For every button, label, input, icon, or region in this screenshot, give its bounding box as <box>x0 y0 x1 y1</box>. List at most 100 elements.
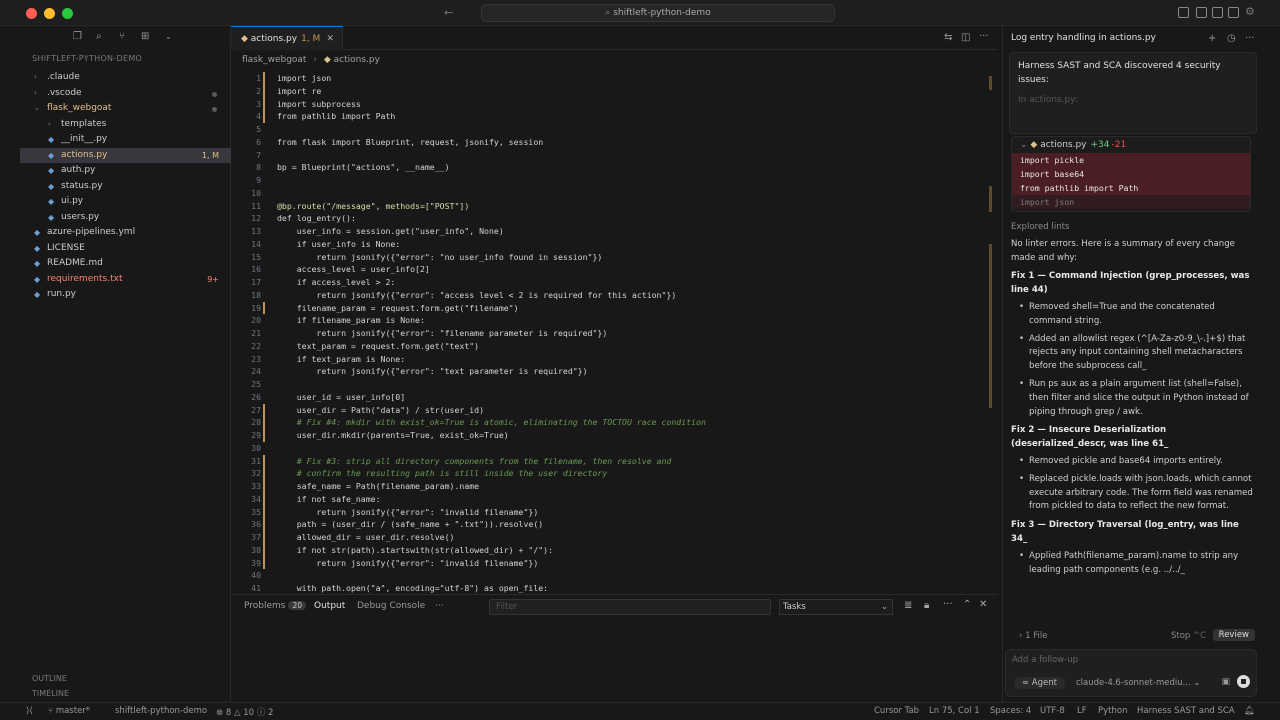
outline-section[interactable]: OUTLINE <box>32 674 67 683</box>
file-tree-item[interactable]: › .vscode <box>20 86 231 102</box>
code-line[interactable]: 29 user_dir.mkdir(parents=True, exist_ok… <box>231 429 998 442</box>
code-line[interactable]: 18 return jsonify({"error": "access leve… <box>231 289 998 302</box>
eol-status[interactable]: LF <box>1077 706 1087 716</box>
search-icon[interactable]: ⌕ <box>96 31 102 42</box>
code-line[interactable]: 39 return jsonify({"error": "invalid fil… <box>231 556 998 570</box>
code-line[interactable]: 5 <box>231 123 998 136</box>
encoding-status[interactable]: UTF-8 <box>1040 706 1065 716</box>
close-tab-icon[interactable]: ✕ <box>326 27 334 51</box>
model-selector[interactable]: claude-4.6-sonnet-mediu... ⌄ <box>1076 678 1201 688</box>
files-icon[interactable]: ❐ <box>73 31 82 42</box>
code-line[interactable]: 33 safe_name = Path(filename_param).name <box>231 480 998 493</box>
code-line[interactable]: 9 <box>231 174 998 187</box>
code-line[interactable]: 20 if filename_param is None: <box>231 314 998 327</box>
project-name[interactable]: shiftleft-python-demo <box>115 706 207 716</box>
timeline-section[interactable]: TIMELINE <box>32 689 69 698</box>
code-line[interactable]: 13 user_info = session.get("user_info", … <box>231 225 998 238</box>
history-icon[interactable]: ◷ <box>1227 33 1236 44</box>
file-tree-item[interactable]: ◆ ui.py <box>20 194 231 210</box>
extension-status[interactable]: Harness SAST and SCA <box>1137 706 1235 716</box>
more-icon[interactable]: ··· <box>1245 33 1255 44</box>
code-line[interactable]: 10 <box>231 187 998 200</box>
settings-gear-icon[interactable]: ⚙ <box>1245 5 1255 18</box>
source-control-icon[interactable]: ⑂ <box>119 31 125 42</box>
split-editor-icon[interactable]: ◫ <box>961 32 970 43</box>
file-tree-item[interactable]: › templates <box>20 117 231 133</box>
code-line[interactable]: 37 allowed_dir = user_dir.resolve() <box>231 531 998 544</box>
file-diff-card[interactable]: ⌄ ◆ actions.py +34 -21 import pickle impor… <box>1011 136 1251 212</box>
code-line[interactable]: 38 if not str(path).startswith(str(allow… <box>231 543 998 557</box>
code-line[interactable]: 15 return jsonify({"error": "no user_inf… <box>231 251 998 264</box>
code-line[interactable]: 12 def log_entry(): <box>231 212 998 225</box>
toggle-chat-icon[interactable] <box>1228 7 1239 18</box>
code-line[interactable]: 2 import re <box>231 84 998 98</box>
more-actions-icon[interactable]: ··· <box>979 31 989 42</box>
stop-generation-button[interactable] <box>1237 675 1250 688</box>
code-line[interactable]: 16 access_level = user_info[2] <box>231 263 998 276</box>
cursor-tab-status[interactable]: Cursor Tab <box>874 706 919 716</box>
toggle-panel-icon[interactable] <box>1196 7 1207 18</box>
code-line[interactable]: 8 bp = Blueprint("actions", __name__) <box>231 161 998 174</box>
code-line[interactable]: 21 return jsonify({"error": "filename pa… <box>231 327 998 340</box>
code-editor[interactable]: 1 import json 2 import re 3 import subprocess… <box>231 72 998 595</box>
tab-output[interactable]: Output <box>314 601 345 611</box>
file-tree-item[interactable]: ◆ azure-pipelines.yml <box>20 225 231 241</box>
remote-icon[interactable]: ⟩⟨ <box>26 706 33 716</box>
code-line[interactable]: 7 <box>231 149 998 162</box>
file-tree-item[interactable]: ◆ LICENSE <box>20 241 231 257</box>
image-attach-icon[interactable]: ▣ <box>1221 677 1230 687</box>
follow-up-input[interactable]: Add a follow-up ∞ Agent claude-4.6-sonne… <box>1005 649 1257 697</box>
code-line[interactable]: 35 return jsonify({"error": "invalid fil… <box>231 505 998 519</box>
file-tree-item[interactable]: ⌄ flask_webgoat <box>20 101 231 117</box>
toggle-sidebar-icon[interactable] <box>1178 7 1189 18</box>
file-tree-item[interactable]: ◆ actions.py 1, M <box>20 147 231 163</box>
lock-icon[interactable]: 🔒︎ <box>924 600 929 611</box>
breadcrumb-folder[interactable]: flask_webgoat <box>242 55 306 65</box>
code-line[interactable]: 1 import json <box>231 72 998 85</box>
code-line[interactable]: 34 if not safe_name: <box>231 492 998 506</box>
tab-problems[interactable]: Problems 20 <box>244 601 307 611</box>
code-line[interactable]: 27 user_dir = Path("data") / str(user_id… <box>231 403 998 417</box>
code-line[interactable]: 41 with path.open("a", encoding="utf-8")… <box>231 582 998 595</box>
indentation-status[interactable]: Spaces: 4 <box>990 706 1031 716</box>
code-line[interactable]: 26 user_id = user_info[0] <box>231 391 998 404</box>
layout-icon[interactable] <box>1212 7 1223 18</box>
tab-more[interactable]: ··· <box>435 601 444 611</box>
close-window-button[interactable] <box>26 8 37 19</box>
file-tree-item[interactable]: ◆ requirements.txt 9+ <box>20 272 231 288</box>
minimize-window-button[interactable] <box>44 8 55 19</box>
files-changed-toggle[interactable]: › 1 File <box>1019 631 1047 641</box>
code-line[interactable]: 4 from pathlib import Path <box>231 110 998 123</box>
code-line[interactable]: 24 return jsonify({"error": "text parame… <box>231 365 998 378</box>
clear-output-icon[interactable]: ≣ <box>904 600 912 611</box>
file-tree-item[interactable]: ◆ status.py <box>20 179 231 195</box>
code-line[interactable]: 3 import subprocess <box>231 97 998 111</box>
code-line[interactable]: 19 filename_param = request.form.get("fi… <box>231 301 998 315</box>
code-line[interactable]: 25 <box>231 378 998 391</box>
code-line[interactable]: 17 if access_level > 2: <box>231 276 998 289</box>
output-filter-input[interactable]: Filter <box>489 599 771 615</box>
tab-actions-py[interactable]: ◆ actions.py 1, M ✕ <box>231 26 343 50</box>
review-button[interactable]: Review <box>1212 629 1255 641</box>
file-tree-item[interactable]: ◆ __init__.py <box>20 132 231 148</box>
code-line[interactable]: 28 # Fix #4: mkdir with exist_ok=True is… <box>231 416 998 429</box>
agent-mode-selector[interactable]: ∞ Agent <box>1014 677 1065 689</box>
code-line[interactable]: 23 if text_param is None: <box>231 353 998 366</box>
code-line[interactable]: 32 # confirm the resulting path is still… <box>231 467 998 480</box>
branch-status[interactable]: ⑂ master* <box>48 706 90 716</box>
code-line[interactable]: 14 if user_info is None: <box>231 238 998 251</box>
problems-status[interactable]: ⊗ 8 △ 10 ⓘ 2 <box>216 706 273 718</box>
code-line[interactable]: 31 # Fix #3: strip all directory compone… <box>231 454 998 468</box>
file-tree-item[interactable]: ◆ users.py <box>20 210 231 226</box>
file-tree-item[interactable]: ◆ run.py <box>20 287 231 303</box>
panel-menu-icon[interactable]: ··· <box>943 599 953 610</box>
language-mode[interactable]: Python <box>1098 706 1127 716</box>
breadcrumb-file[interactable]: actions.py <box>334 55 380 65</box>
code-line[interactable]: 22 text_param = request.form.get("text") <box>231 340 998 353</box>
code-line[interactable]: 30 <box>231 442 998 455</box>
new-chat-icon[interactable]: + <box>1208 33 1216 44</box>
compare-icon[interactable]: ⇆ <box>944 32 952 43</box>
file-tree-item[interactable]: › .claude <box>20 70 231 86</box>
file-tree-item[interactable]: ◆ README.md <box>20 256 231 272</box>
file-tree-item[interactable]: ◆ auth.py <box>20 163 231 179</box>
